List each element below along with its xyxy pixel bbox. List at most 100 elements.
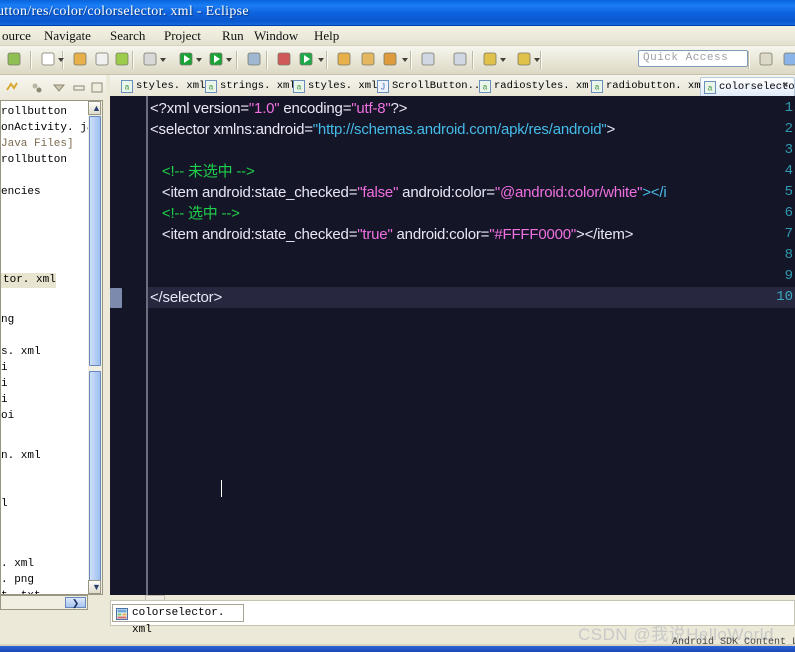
run-as-icon[interactable]: [208, 51, 226, 69]
tree-scroll-thumb-upper[interactable]: [89, 116, 101, 366]
code-editor[interactable]: 1 <?xml version="1.0" encoding="utf-8"?> 2…: [110, 96, 795, 595]
toolbar-separator: [410, 51, 412, 69]
tree-item[interactable]: onActivity. ja: [1, 121, 88, 136]
editor-tab[interactable]: a radiobutton. xml: [588, 77, 707, 96]
back-icon[interactable]: [482, 51, 500, 69]
view-menu-icon[interactable]: [52, 81, 66, 94]
editor-tab[interactable]: a styles. xml: [290, 77, 377, 96]
tree-item[interactable]: l: [1, 497, 8, 512]
tree-vertical-scrollbar[interactable]: ▲ ▼: [88, 100, 103, 595]
code-token: <selector xmlns:android=: [150, 121, 313, 138]
tree-item[interactable]: n. xml: [1, 449, 41, 464]
tree-item[interactable]: ng: [1, 313, 14, 328]
project-tree[interactable]: rollbutton onActivity. ja Java Files] rollb…: [0, 100, 88, 595]
tree-item[interactable]: rollbutton: [1, 153, 67, 168]
quick-access-input[interactable]: Quick Access: [638, 50, 748, 67]
java-perspective-icon[interactable]: [782, 51, 795, 69]
perspective-icon[interactable]: [758, 51, 776, 69]
xml-file-icon: a: [121, 80, 133, 93]
toolbar-dropdown-arrow-icon[interactable]: [58, 58, 64, 62]
tree-item[interactable]: i: [1, 361, 8, 376]
tree-item[interactable]: s. xml: [1, 345, 41, 360]
link-with-editor-icon[interactable]: [5, 81, 19, 94]
scroll-up-button[interactable]: ▲: [88, 101, 101, 115]
tree-horizontal-scrollbar[interactable]: ❯: [0, 595, 88, 610]
editor-tab[interactable]: J ScrollButton...: [374, 77, 487, 96]
code-line[interactable]: <selector xmlns:android="http://schemas.…: [150, 119, 615, 140]
close-icon[interactable]: ✖: [780, 81, 791, 92]
editor-tab[interactable]: a radiostyles. xml: [476, 77, 595, 96]
toolbar-dropdown-arrow-icon[interactable]: [160, 58, 166, 62]
line-number: 1: [784, 100, 793, 116]
minimize-icon[interactable]: [72, 81, 86, 94]
line-number: 10: [776, 289, 793, 305]
code-token: "@android:color/white": [494, 184, 643, 201]
editor-tab[interactable]: a strings. xml: [202, 77, 296, 96]
menu-project[interactable]: Project: [162, 28, 203, 44]
scroll-down-button[interactable]: ▼: [88, 580, 101, 594]
open-type-icon[interactable]: [336, 51, 354, 69]
scroll-right-button[interactable]: ❯: [65, 597, 86, 608]
xml-file-icon: a: [205, 80, 217, 93]
tree-item[interactable]: oi: [1, 409, 14, 424]
toolbar-dropdown-arrow-icon[interactable]: [318, 58, 324, 62]
new-folder-icon[interactable]: [72, 51, 90, 69]
toolbar-dropdown-arrow-icon[interactable]: [500, 58, 506, 62]
tree-item[interactable]: . png: [1, 573, 34, 588]
bottom-editor-tab[interactable]: colorselector. xml: [112, 604, 244, 636]
chevron-down-icon: ▼: [92, 582, 101, 592]
junit-icon[interactable]: [94, 51, 112, 69]
refresh-icon[interactable]: [298, 51, 316, 69]
tree-item[interactable]: Java Files]: [1, 137, 74, 152]
menu-ource[interactable]: ource: [0, 28, 33, 44]
skip-breakpoints-icon[interactable]: [246, 51, 264, 69]
focus-active-task-icon[interactable]: [30, 81, 44, 94]
code-line[interactable]: <!-- 选中 -->: [150, 203, 240, 224]
xml-file-icon: a: [479, 80, 491, 93]
menu-search[interactable]: Search: [108, 28, 147, 44]
menu-navigate[interactable]: Navigate: [42, 28, 93, 44]
code-line[interactable]: <?xml version="1.0" encoding="utf-8"?>: [150, 98, 407, 119]
maximize-icon[interactable]: [90, 81, 104, 94]
explorer-toolbar: [0, 75, 106, 100]
tree-item[interactable]: i: [1, 393, 8, 408]
open-resource-icon[interactable]: [360, 51, 378, 69]
prev-annotation-icon[interactable]: [420, 51, 438, 69]
xml-file-icon: a: [591, 80, 603, 93]
editor-tab-active[interactable]: acolorselecto...✖: [700, 77, 795, 96]
tree-item[interactable]: . xml: [1, 557, 34, 572]
line-number: 4: [784, 163, 793, 179]
code-line[interactable]: <item android:state_checked="false" andr…: [150, 182, 667, 203]
toolbar-separator: [236, 51, 238, 69]
toolbar-dropdown-arrow-icon[interactable]: [402, 58, 408, 62]
run-icon[interactable]: [178, 51, 196, 69]
tree-item[interactable]: rollbutton: [1, 105, 67, 120]
line-number: 5: [784, 184, 793, 200]
tree-item[interactable]: i: [1, 377, 8, 392]
menu-bar: ource Navigate Search Project Run Window Help: [0, 26, 795, 46]
tree-item[interactable]: tor. xml: [1, 273, 56, 288]
menu-help[interactable]: Help: [312, 28, 341, 44]
menu-window[interactable]: Window: [252, 28, 300, 44]
editor-tab[interactable]: a styles. xml: [118, 77, 205, 96]
windows-taskbar[interactable]: [0, 646, 795, 652]
tree-scroll-thumb-lower[interactable]: [89, 371, 101, 581]
next-annotation-icon[interactable]: [452, 51, 470, 69]
forward-icon[interactable]: [516, 51, 534, 69]
code-line[interactable]: <item android:state_checked="true" andro…: [150, 224, 634, 245]
tree-item[interactable]: encies: [1, 185, 41, 200]
toolbar-dropdown-arrow-icon[interactable]: [534, 58, 540, 62]
menu-run[interactable]: Run: [220, 28, 246, 44]
edit-icon[interactable]: [382, 51, 400, 69]
code-line[interactable]: </selector>: [150, 287, 222, 497]
new-package-icon[interactable]: [276, 51, 294, 69]
android-new-icon[interactable]: [114, 51, 132, 69]
toolbar-dropdown-arrow-icon[interactable]: [196, 58, 202, 62]
toolbar-dropdown-arrow-icon[interactable]: [226, 58, 232, 62]
code-token: "http://schemas.android.com/apk/res/andr…: [312, 121, 607, 138]
code-line[interactable]: <!-- 未选中 -->: [150, 161, 255, 182]
debug-icon[interactable]: [142, 51, 160, 69]
code-token: "#FFFF0000": [489, 226, 577, 243]
checkbox-icon[interactable]: [40, 51, 58, 69]
save-icon[interactable]: [6, 51, 24, 69]
